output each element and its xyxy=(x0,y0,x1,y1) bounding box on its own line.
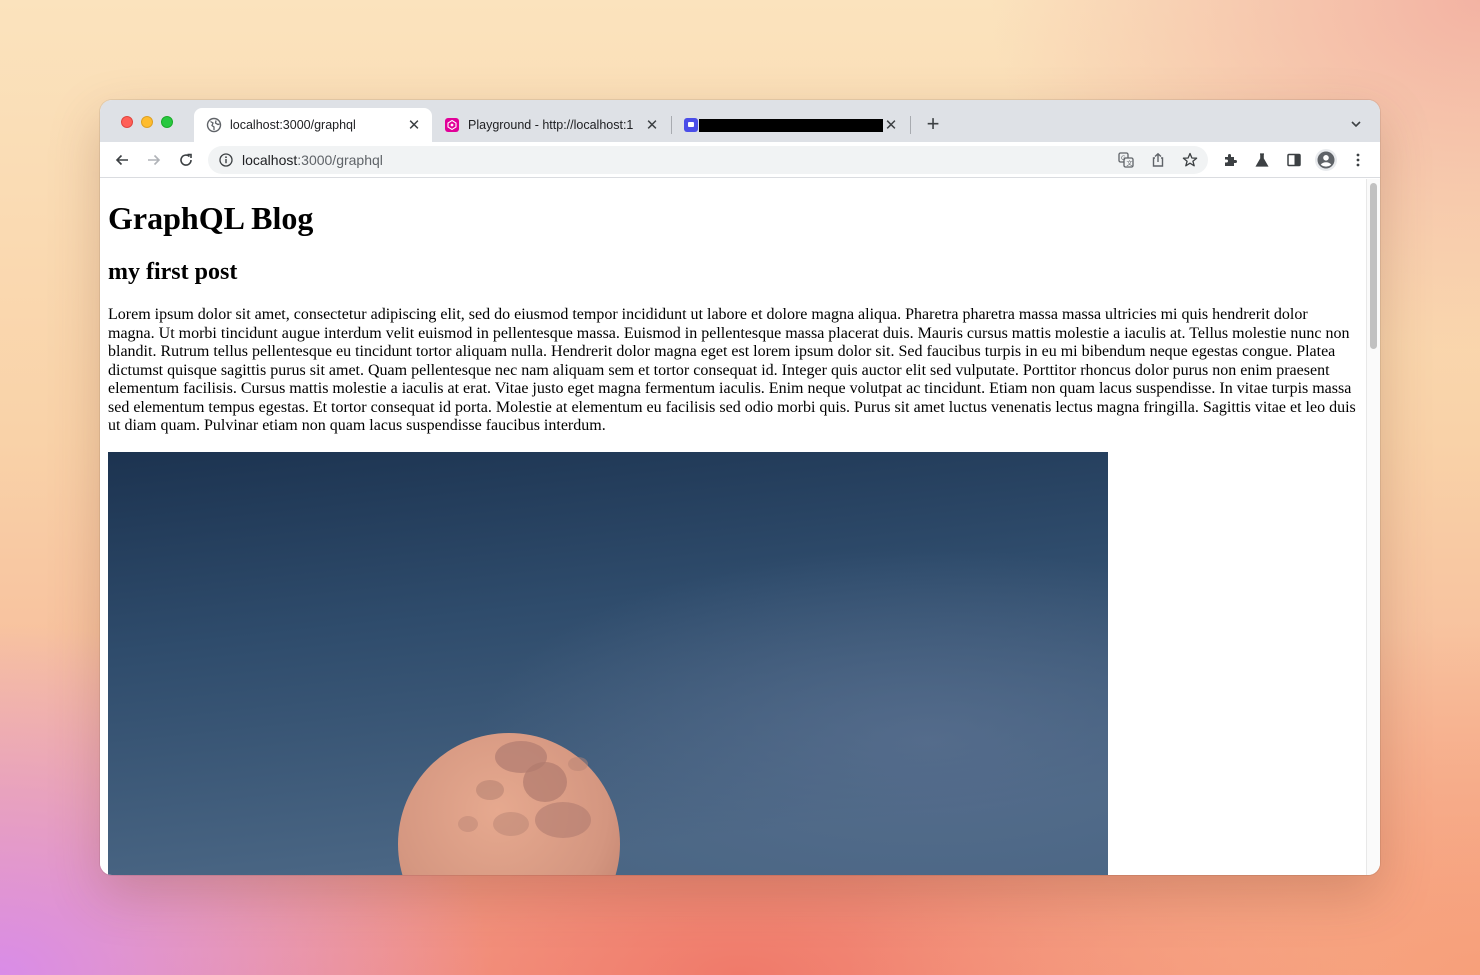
globe-icon xyxy=(206,117,222,133)
forward-arrow-icon[interactable] xyxy=(144,150,164,170)
tab-title: localhost:3000/graphql xyxy=(230,118,356,132)
close-window-button[interactable] xyxy=(121,116,133,128)
graphql-playground-icon xyxy=(444,117,460,133)
scrollbar-thumb[interactable] xyxy=(1370,183,1377,349)
url-host: localhost xyxy=(242,152,298,168)
new-tab-button[interactable]: + xyxy=(922,111,944,136)
tab-separator xyxy=(910,116,911,134)
tab-strip: localhost:3000/graphql ✕ Playground - ht… xyxy=(100,100,1380,142)
menu-kebab-icon[interactable] xyxy=(1348,150,1368,170)
close-tab-icon[interactable]: ✕ xyxy=(406,117,422,134)
bookmark-star-icon[interactable] xyxy=(1180,150,1200,170)
page-title: GraphQL Blog xyxy=(108,200,314,236)
post-title: my first post xyxy=(108,259,238,285)
zoom-window-button[interactable] xyxy=(161,116,173,128)
address-bar[interactable]: localhost:3000/graphql G文 xyxy=(208,146,1208,174)
close-tab-icon[interactable]: ✕ xyxy=(644,117,660,134)
svg-text:G: G xyxy=(1121,155,1126,162)
profile-icon[interactable] xyxy=(1314,148,1338,172)
labs-icon[interactable] xyxy=(1252,150,1272,170)
svg-text:文: 文 xyxy=(1127,160,1133,168)
info-icon[interactable] xyxy=(218,152,234,168)
tab-graphql-blog[interactable]: localhost:3000/graphql ✕ xyxy=(194,108,432,142)
url-text: localhost:3000/graphql xyxy=(242,152,383,168)
side-panel-icon[interactable] xyxy=(1284,150,1304,170)
browser-toolbar: localhost:3000/graphql G文 xyxy=(100,142,1380,178)
share-icon[interactable] xyxy=(1148,150,1168,170)
translate-icon[interactable]: G文 xyxy=(1116,150,1136,170)
tab-redacted[interactable]: ✕ xyxy=(671,108,909,142)
reload-icon[interactable] xyxy=(176,150,196,170)
post-image-moon xyxy=(108,452,1108,875)
close-tab-icon[interactable]: ✕ xyxy=(883,117,899,134)
post-body: Lorem ipsum dolor sit amet, consectetur … xyxy=(108,306,1356,434)
page-scrollbar[interactable] xyxy=(1366,179,1380,875)
extensions-icon[interactable] xyxy=(1220,150,1240,170)
tab-title: Playground - http://localhost:1 xyxy=(468,118,634,132)
page-content: GraphQL Blog my first post Lorem ipsum d… xyxy=(100,179,1366,875)
tab-playground[interactable]: Playground - http://localhost:1 ✕ xyxy=(432,108,670,142)
tab-search-chevron-icon[interactable] xyxy=(1348,116,1364,132)
url-path: :3000/graphql xyxy=(297,152,383,168)
browser-window: localhost:3000/graphql ✕ Playground - ht… xyxy=(100,100,1380,875)
redacted-tab-title xyxy=(699,118,883,132)
back-arrow-icon[interactable] xyxy=(112,150,132,170)
app-icon xyxy=(683,117,699,133)
minimize-window-button[interactable] xyxy=(141,116,153,128)
